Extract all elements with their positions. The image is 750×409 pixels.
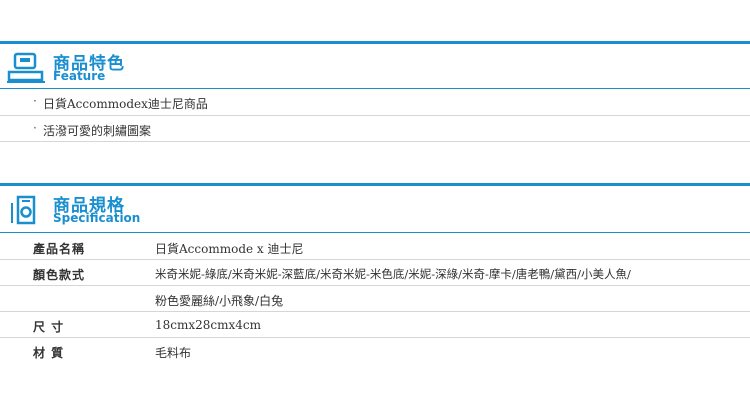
spec-row: 材 質 毛料布 xyxy=(0,338,750,363)
spec-row: 產品名稱 日貨Accommode x 迪士尼 xyxy=(0,233,750,260)
feature-subtitle: Feature xyxy=(53,69,106,83)
spec-label: 顏色款式 xyxy=(33,268,86,282)
spec-row: 顏色款式 米奇米妮-綠底/米奇米妮-深藍底/米奇米妮-米色底/米妮-深綠/米奇-… xyxy=(0,260,750,286)
spec-value: 粉色愛麗絲/小飛象/白兔 xyxy=(155,294,284,308)
spec-value: 18cmx28cmx4cm xyxy=(155,318,262,332)
bullet: · xyxy=(33,94,37,108)
register-icon xyxy=(7,52,45,83)
spec-top-line xyxy=(0,183,750,186)
phone-icon xyxy=(11,195,36,225)
spec-label: 產品名稱 xyxy=(33,242,86,256)
spec-value: 日貨Accommode x 迪士尼 xyxy=(155,242,304,256)
spec-label: 材 質 xyxy=(33,346,65,360)
feature-item: · 活潑可愛的刺繡圖案 xyxy=(0,116,750,142)
feature-top-line xyxy=(0,41,750,44)
spec-row: 粉色愛麗絲/小飛象/白兔 xyxy=(0,286,750,312)
feature-item-text: 日貨Accommodex迪士尼商品 xyxy=(43,97,208,111)
feature-header: 商品特色 Feature xyxy=(0,48,750,86)
spec-row: 尺 寸 18cmx28cmx4cm xyxy=(0,312,750,338)
spec-label: 尺 寸 xyxy=(33,320,65,334)
spec-value: 米奇米妮-綠底/米奇米妮-深藍底/米奇米妮-米色底/米妮-深綠/米奇-摩卡/唐老… xyxy=(155,267,631,281)
bullet: · xyxy=(33,121,37,135)
spec-value: 毛料布 xyxy=(155,346,192,360)
spec-subtitle: Specification xyxy=(53,211,141,225)
feature-item-text: 活潑可愛的刺繡圖案 xyxy=(43,124,152,138)
spec-header: 商品規格 Specification xyxy=(0,190,750,228)
feature-item: · 日貨Accommodex迪士尼商品 xyxy=(0,89,750,116)
